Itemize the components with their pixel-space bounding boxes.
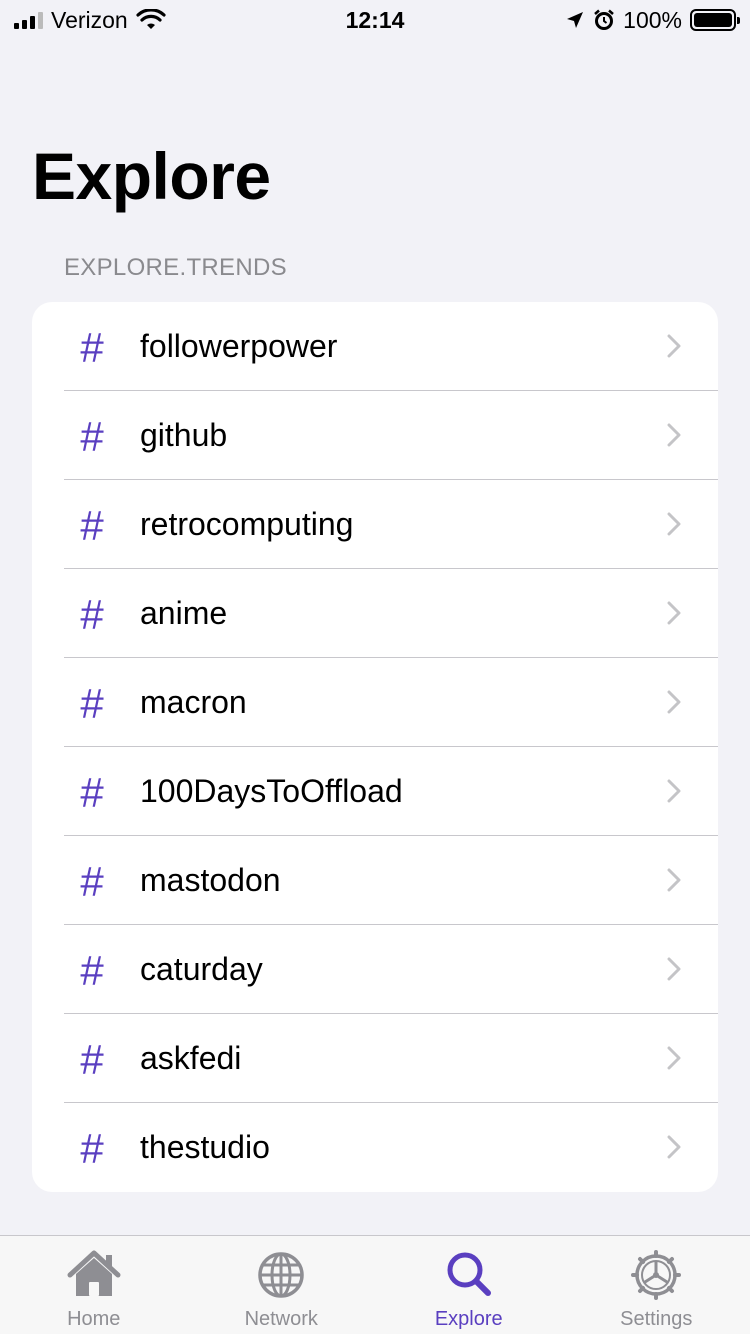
chevron-right-icon bbox=[667, 957, 681, 981]
tab-explore[interactable]: Explore bbox=[375, 1236, 563, 1334]
trend-row[interactable]: # retrocomputing bbox=[32, 480, 718, 569]
wifi-icon bbox=[136, 9, 166, 29]
location-arrow-icon bbox=[567, 12, 584, 28]
trend-row[interactable]: # caturday bbox=[32, 925, 718, 1014]
search-icon bbox=[447, 1252, 491, 1296]
carrier-name: Verizon bbox=[51, 6, 128, 33]
chevron-right-icon bbox=[667, 1135, 681, 1159]
chevron-right-icon bbox=[667, 601, 681, 625]
hashtag-icon: # bbox=[80, 324, 104, 371]
hashtag-icon: # bbox=[80, 1036, 104, 1083]
trend-row[interactable]: # askfedi bbox=[32, 1014, 718, 1103]
tab-network[interactable]: Network bbox=[188, 1236, 376, 1334]
hashtag-icon: # bbox=[80, 413, 104, 460]
hashtag-icon: # bbox=[80, 769, 104, 816]
tab-settings[interactable]: Settings bbox=[563, 1236, 750, 1334]
tab-label: Explore bbox=[434, 1308, 503, 1330]
chevron-right-icon bbox=[667, 1046, 681, 1070]
battery-icon bbox=[690, 9, 740, 31]
chevron-right-icon bbox=[667, 779, 681, 803]
trend-label: retrocomputing bbox=[140, 506, 354, 542]
status-bar: Verizon 12:14 100% bbox=[0, 0, 750, 40]
trend-label: mastodon bbox=[140, 862, 281, 898]
cellular-signal-icon bbox=[14, 11, 43, 29]
hashtag-icon: # bbox=[80, 947, 104, 994]
trend-label: 100DaysToOffload bbox=[140, 773, 403, 809]
alarm-icon bbox=[594, 9, 614, 30]
hashtag-icon: # bbox=[80, 591, 104, 638]
chevron-right-icon bbox=[667, 334, 681, 358]
tab-bar: Home Network Explore Settings bbox=[0, 1235, 750, 1334]
trend-row[interactable]: # 100DaysToOffload bbox=[32, 747, 718, 836]
trend-label: github bbox=[140, 417, 228, 453]
battery-percent: 100% bbox=[623, 6, 682, 33]
tab-label: Home bbox=[67, 1308, 121, 1330]
home-icon bbox=[67, 1250, 121, 1296]
chevron-right-icon bbox=[667, 512, 681, 536]
trend-label: followerpower bbox=[140, 328, 338, 364]
section-header: EXPLORE.TRENDS bbox=[64, 254, 287, 281]
globe-icon bbox=[258, 1252, 304, 1298]
tab-home[interactable]: Home bbox=[0, 1236, 188, 1334]
trend-label: macron bbox=[140, 684, 247, 720]
trend-row[interactable]: # thestudio bbox=[32, 1103, 718, 1192]
hashtag-icon: # bbox=[80, 680, 104, 727]
trend-label: thestudio bbox=[140, 1129, 270, 1165]
chevron-right-icon bbox=[667, 868, 681, 892]
hashtag-icon: # bbox=[80, 858, 104, 905]
trend-label: anime bbox=[140, 595, 228, 631]
trend-label: caturday bbox=[140, 951, 263, 987]
trend-row[interactable]: # mastodon bbox=[32, 836, 718, 925]
trend-row[interactable]: # macron bbox=[32, 658, 718, 747]
trend-row[interactable]: # github bbox=[32, 391, 718, 480]
trend-label: askfedi bbox=[140, 1040, 242, 1076]
tab-label: Network bbox=[244, 1308, 318, 1330]
chevron-right-icon bbox=[667, 423, 681, 447]
trend-row[interactable]: # anime bbox=[32, 569, 718, 658]
trend-row[interactable]: # followerpower bbox=[32, 302, 718, 391]
tab-label: Settings bbox=[620, 1308, 693, 1330]
gear-icon bbox=[631, 1250, 682, 1300]
page-title: Explore bbox=[32, 139, 271, 213]
trends-list: # followerpower # github # retrocomputin… bbox=[32, 302, 718, 1192]
chevron-right-icon bbox=[667, 690, 681, 714]
hashtag-icon: # bbox=[80, 502, 104, 549]
hashtag-icon: # bbox=[80, 1125, 104, 1172]
